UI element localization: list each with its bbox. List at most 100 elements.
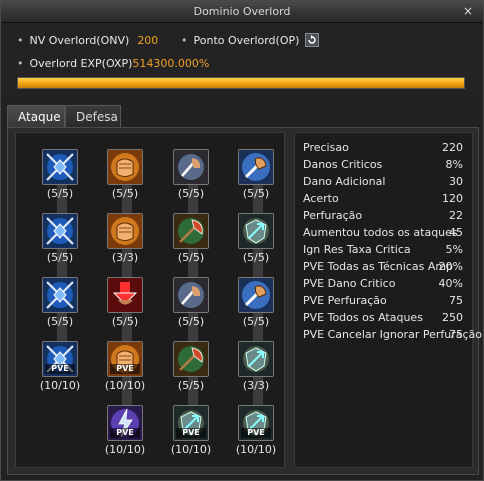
exp-label: Overlord EXP(OXP)	[29, 57, 133, 70]
shield-arrow-icon[interactable]	[238, 341, 274, 377]
skill-slot[interactable]: (5/5)	[236, 213, 276, 264]
strike-icon[interactable]	[173, 149, 209, 185]
fist-icon[interactable]	[107, 149, 143, 185]
stat-name: PVE Dano Critico	[303, 277, 396, 290]
stat-row: PVE Todos os Ataques 250	[303, 311, 463, 328]
axe-icon[interactable]	[173, 341, 209, 377]
fist-blue-icon[interactable]	[238, 277, 274, 313]
skill-slot[interactable]: (5/5)	[105, 277, 145, 328]
skill-slot[interactable]: PVE (10/10)	[171, 405, 211, 456]
skill-level: (10/10)	[104, 443, 146, 456]
skill-level: (5/5)	[242, 187, 270, 200]
bullet-icon: •	[181, 34, 188, 47]
pve-badge: PVE	[45, 364, 75, 374]
skill-slot[interactable]: (3/3)	[105, 213, 145, 264]
pve-badge: PVE	[241, 428, 271, 438]
axe-icon[interactable]	[173, 213, 209, 249]
stat-value: 30	[449, 175, 463, 188]
nv-label: NV Overlord(ONV)	[29, 34, 130, 47]
pve-badge: PVE	[176, 428, 206, 438]
reset-button[interactable]	[305, 33, 319, 47]
tab-ataque[interactable]: Ataque	[7, 105, 65, 127]
skill-slot[interactable]: PVE (10/10)	[40, 341, 80, 392]
skill-slot[interactable]: (5/5)	[40, 277, 80, 328]
lightning-icon[interactable]: PVE	[107, 405, 143, 441]
shield-arrow-icon[interactable]: PVE	[238, 405, 274, 441]
bullet-icon: •	[17, 34, 24, 47]
stat-name: Danos Criticos	[303, 158, 383, 171]
pve-badge: PVE	[110, 428, 140, 438]
stat-name: Precisao	[303, 141, 349, 154]
stat-row: Ign Res Taxa Critica 5%	[303, 243, 463, 260]
skill-level: (5/5)	[242, 315, 270, 328]
sword-gem-icon[interactable]	[42, 213, 78, 249]
stat-value: 45	[449, 226, 463, 239]
stat-row: PVE Perfuração 75	[303, 294, 463, 311]
stat-list: Precisao 220 Danos Criticos 8% Dano Adiciona…	[294, 132, 482, 468]
skill-slot[interactable]: (3/3)	[236, 341, 276, 392]
skill-level: (5/5)	[177, 187, 205, 200]
skill-level: (5/5)	[46, 315, 74, 328]
skill-slot[interactable]: (5/5)	[236, 277, 276, 328]
skill-slot[interactable]: PVE (10/10)	[105, 341, 145, 392]
stat-row: Perfuração 22	[303, 209, 463, 226]
sword-gem-icon[interactable]	[42, 149, 78, 185]
stat-value: 8%	[445, 158, 463, 171]
skill-level: (5/5)	[177, 251, 205, 264]
overlord-window: Dominio Overlord × • NV Overlord(ONV) 200 …	[0, 0, 484, 481]
exp-progress-fill	[18, 78, 464, 88]
skill-level: (5/5)	[242, 251, 270, 264]
skill-level: (5/5)	[111, 315, 139, 328]
nv-value: 200	[137, 34, 159, 47]
stat-value: 75	[449, 294, 463, 307]
stat-row: Dano Adicional 30	[303, 175, 463, 192]
skill-slot[interactable]: (5/5)	[171, 341, 211, 392]
fist-blue-icon[interactable]	[238, 149, 274, 185]
skill-level: (3/3)	[111, 251, 139, 264]
stat-row: Precisao 220	[303, 141, 463, 158]
skill-level: (5/5)	[46, 251, 74, 264]
skill-slot[interactable]: (5/5)	[171, 149, 211, 200]
skill-slot[interactable]: PVE (10/10)	[105, 405, 145, 456]
reset-icon	[308, 35, 316, 44]
skill-slot[interactable]: (5/5)	[40, 149, 80, 200]
skill-level: (10/10)	[104, 379, 146, 392]
skill-slot[interactable]: (5/5)	[236, 149, 276, 200]
tab-defesa[interactable]: Defesa	[65, 105, 121, 127]
fist-icon[interactable]	[107, 213, 143, 249]
op-overlord-stat: •Ponto Overlord(OP)0	[181, 34, 314, 47]
stat-name: Ign Res Taxa Critica	[303, 243, 411, 256]
skill-level: (5/5)	[177, 315, 205, 328]
skill-slot[interactable]: (5/5)	[105, 149, 145, 200]
skill-tree: (5/5) (5/5) (5/5) (5/5) (5/5) (3/3) (5/5…	[15, 132, 285, 468]
nv-overlord-stat: • NV Overlord(ONV) 200	[17, 34, 158, 47]
op-label: Ponto Overlord(OP)	[193, 34, 300, 47]
arrow-down-icon[interactable]	[107, 277, 143, 313]
title-bar[interactable]: Dominio Overlord ×	[1, 1, 483, 23]
sword-gem-icon[interactable]: PVE	[42, 341, 78, 377]
stat-row: Danos Criticos 8%	[303, 158, 463, 175]
stat-value: 40%	[438, 277, 463, 290]
skill-slot[interactable]: PVE (10/10)	[236, 405, 276, 456]
close-icon[interactable]: ×	[461, 4, 475, 18]
sword-gem-icon[interactable]	[42, 277, 78, 313]
stat-row: PVE Todas as Técnicas Amp 20%	[303, 260, 463, 277]
exp-overlord-stat: • Overlord EXP(OXP)514300.000%	[17, 57, 209, 70]
stat-row: Acerto 120	[303, 192, 463, 209]
skill-slot[interactable]: (5/5)	[171, 213, 211, 264]
ataque-panel: (5/5) (5/5) (5/5) (5/5) (5/5) (3/3) (5/5…	[7, 127, 482, 475]
stat-value: 22	[449, 209, 463, 222]
stat-row: PVE Cancelar Ignorar Perfuração 75	[303, 328, 482, 345]
skill-level: (10/10)	[235, 443, 277, 456]
skill-slot[interactable]: (5/5)	[40, 213, 80, 264]
stat-value: 120	[442, 192, 463, 205]
fist-icon[interactable]: PVE	[107, 341, 143, 377]
skill-level: (10/10)	[170, 443, 212, 456]
stat-name: Aumentou todos os ataques	[303, 226, 458, 239]
stat-value: 75	[449, 328, 463, 341]
shield-arrow-icon[interactable]: PVE	[173, 405, 209, 441]
shield-arrow-icon[interactable]	[238, 213, 274, 249]
skill-slot[interactable]: (5/5)	[171, 277, 211, 328]
strike-icon[interactable]	[173, 277, 209, 313]
stat-name: PVE Todos os Ataques	[303, 311, 423, 324]
